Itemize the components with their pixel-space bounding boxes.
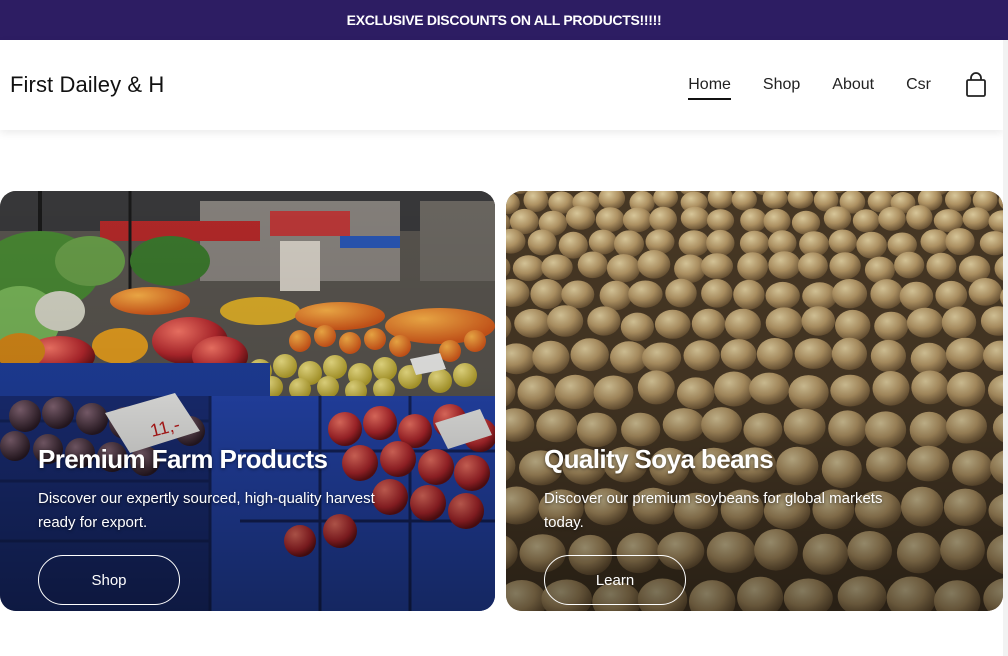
card-title: Premium Farm Products <box>38 444 328 474</box>
hero-card-farm-products: 11,- Premium Farm Products Discover our … <box>0 191 495 611</box>
card-content: Premium Farm Products Discover our exper… <box>38 444 378 605</box>
learn-button[interactable]: Learn <box>544 555 686 605</box>
nav-about[interactable]: About <box>832 70 874 100</box>
shopping-bag-icon[interactable] <box>965 72 987 98</box>
nav-csr[interactable]: Csr <box>906 70 931 100</box>
announcement-text: EXCLUSIVE DISCOUNTS ON ALL PRODUCTS!!!!! <box>346 12 662 28</box>
nav-home[interactable]: Home <box>688 70 731 100</box>
hero-card-soya-beans: Quality Soya beans Discover our premium … <box>506 191 1003 611</box>
scrollbar-track[interactable] <box>1003 40 1008 656</box>
shop-button[interactable]: Shop <box>38 555 180 605</box>
brand-logo[interactable]: First Dailey & H <box>10 72 164 98</box>
card-description: Discover our premium soybeans for global… <box>544 490 883 531</box>
card-content: Quality Soya beans Discover our premium … <box>544 444 884 605</box>
card-title: Quality Soya beans <box>544 444 774 474</box>
nav-shop[interactable]: Shop <box>763 70 800 100</box>
site-header: First Dailey & H Home Shop About Csr <box>0 40 1003 130</box>
main-nav: Home Shop About Csr <box>656 40 987 130</box>
card-description: Discover our expertly sourced, high-qual… <box>38 490 375 531</box>
announcement-bar: EXCLUSIVE DISCOUNTS ON ALL PRODUCTS!!!!! <box>0 0 1008 40</box>
